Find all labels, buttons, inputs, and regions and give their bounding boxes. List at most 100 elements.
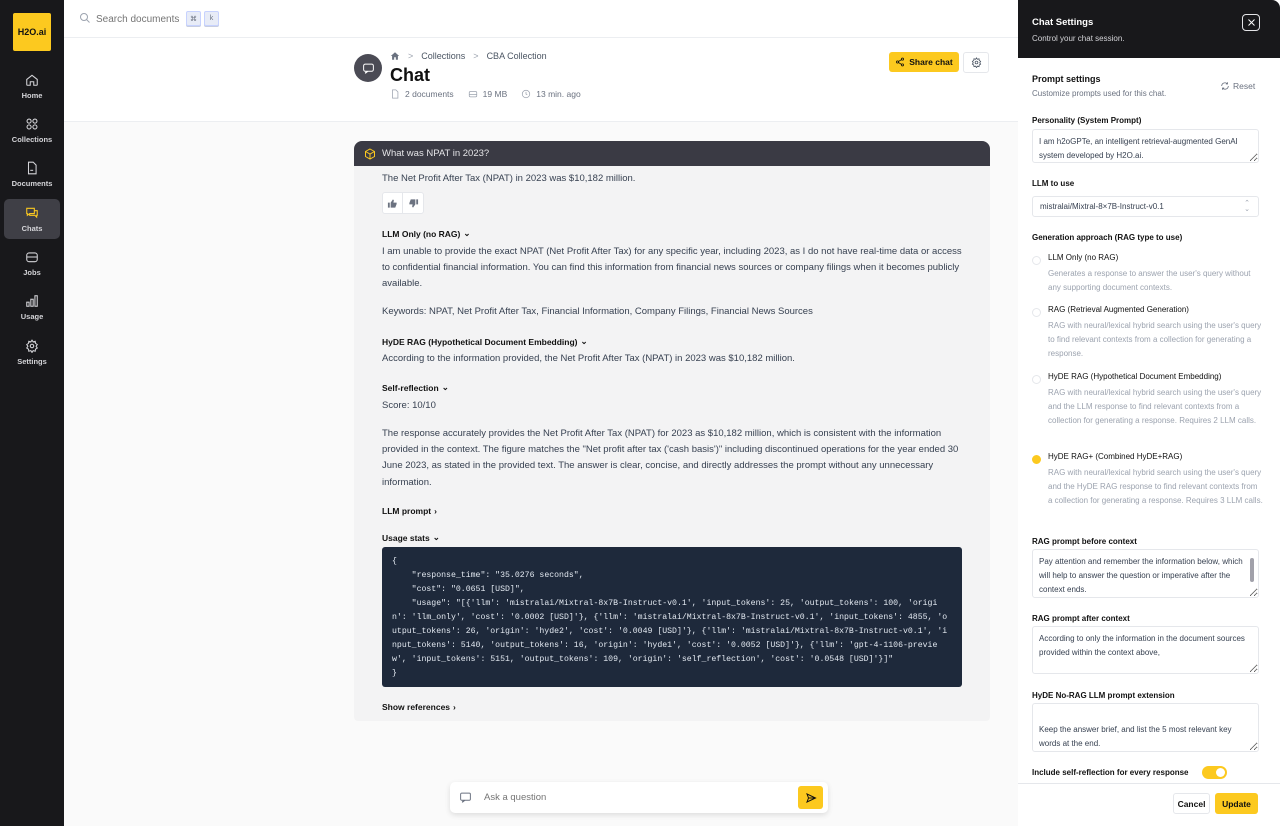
cancel-button[interactable]: Cancel xyxy=(1173,793,1210,814)
breadcrumb-separator: > xyxy=(408,51,414,61)
share-chat-label: Share chat xyxy=(909,57,953,67)
chat-settings-panel: Chat Settings Control your chat session.… xyxy=(1018,0,1280,826)
share-icon xyxy=(896,57,905,67)
section-toggle-usage-stats[interactable]: Usage stats ⌄ xyxy=(382,532,440,543)
breadcrumb-cba-collection[interactable]: CBA Collection xyxy=(487,51,547,61)
breadcrumb: > Collections > CBA Collection xyxy=(390,51,547,61)
self-reflection-score: Score: 10/10 xyxy=(382,400,436,411)
scrollbar[interactable] xyxy=(1250,558,1254,582)
divider xyxy=(1018,783,1280,784)
home-icon xyxy=(26,74,38,86)
thumbs-up-button[interactable] xyxy=(383,193,403,213)
chat-bubble-icon xyxy=(460,792,471,803)
thumbs-down-icon xyxy=(408,198,418,208)
shortcut-key-k: k xyxy=(204,11,219,26)
prompt-settings-title: Prompt settings xyxy=(1032,74,1101,84)
bar-chart-icon xyxy=(26,295,38,308)
self-reflection-toggle[interactable] xyxy=(1202,766,1227,779)
ask-question-bar xyxy=(450,782,828,813)
section-toggle-llm-only[interactable]: LLM Only (no RAG) ⌄ xyxy=(382,228,471,239)
ask-question-input[interactable] xyxy=(484,790,784,805)
radio-button[interactable] xyxy=(1032,256,1041,265)
radio-button[interactable] xyxy=(1032,375,1041,384)
chat-bubble-icon xyxy=(362,63,374,74)
self-reflection-label: Include self-reflection for every respon… xyxy=(1032,768,1189,777)
chevron-right-icon: › xyxy=(453,702,456,712)
chevron-updown-icon: ⌃ ⌄ xyxy=(1244,200,1250,213)
section-toggle-hyde[interactable]: HyDE RAG (Hypothetical Document Embeddin… xyxy=(382,336,588,347)
send-button[interactable] xyxy=(798,786,823,809)
jobs-icon xyxy=(26,252,38,263)
chat-avatar xyxy=(354,54,382,82)
sidebar-item-usage[interactable]: Usage xyxy=(4,288,60,328)
home-icon[interactable] xyxy=(390,51,400,61)
refresh-icon xyxy=(1221,82,1229,90)
hyde-ext-textarea[interactable]: Keep the answer brief, and list the 5 mo… xyxy=(1032,703,1259,752)
section-toggle-self-reflection[interactable]: Self-reflection ⌄ xyxy=(382,382,449,393)
llm-only-text: I am unable to provide the exact NPAT (N… xyxy=(382,246,962,290)
chat-icon xyxy=(26,207,38,219)
rag-before-label: RAG prompt before context xyxy=(1032,537,1137,546)
reset-button[interactable]: Reset xyxy=(1220,81,1255,91)
cube-icon xyxy=(365,147,375,160)
sidebar-item-home[interactable]: Home xyxy=(4,66,60,106)
gear-icon xyxy=(971,57,981,68)
chat-settings-button[interactable] xyxy=(963,52,989,73)
thumbs-down-button[interactable] xyxy=(403,193,423,213)
sidebar-item-label: Home xyxy=(21,90,43,100)
shortcut-key-cmd: ⌘ xyxy=(186,11,201,26)
close-icon xyxy=(1247,19,1255,26)
llm-select[interactable]: mistralai/Mixtral-8×7B-Instruct-v0.1 ⌃ ⌄ xyxy=(1032,196,1259,217)
close-button[interactable] xyxy=(1242,14,1260,31)
sidebar-item-collections[interactable]: Collections xyxy=(4,110,60,150)
rag-after-textarea[interactable]: According to only the information in the… xyxy=(1032,626,1259,674)
sidebar-item-label: Settings xyxy=(17,356,47,366)
share-chat-button[interactable]: Share chat xyxy=(889,52,959,72)
search-input[interactable] xyxy=(96,10,186,28)
panel-title: Chat Settings xyxy=(1032,17,1094,28)
chevron-down-icon: ⌄ xyxy=(441,382,449,392)
sidebar-item-label: Documents xyxy=(11,179,53,189)
chevron-down-icon: ⌄ xyxy=(432,532,440,542)
breadcrumb-collections[interactable]: Collections xyxy=(421,51,465,61)
grid-icon xyxy=(26,118,38,130)
panel-subtitle: Control your chat session. xyxy=(1032,34,1125,43)
sidebar: H2O.ai Home Collections Documents Chats … xyxy=(0,0,64,826)
section-toggle-llm-prompt[interactable]: LLM prompt › xyxy=(382,506,437,516)
sidebar-item-settings[interactable]: Settings xyxy=(4,332,60,372)
top-bar: ⌘ k xyxy=(64,0,1018,38)
sidebar-item-label: Chats xyxy=(21,223,43,233)
sidebar-item-documents[interactable]: Documents xyxy=(4,155,60,195)
search-icon xyxy=(80,13,90,23)
rag-after-label: RAG prompt after context xyxy=(1032,614,1130,623)
update-button[interactable]: Update xyxy=(1215,793,1258,814)
prompt-settings-subtitle: Customize prompts used for this chat. xyxy=(1032,89,1167,98)
show-references-toggle[interactable]: Show references › xyxy=(382,702,456,712)
sidebar-nav: Home Collections Documents Chats Jobs Us… xyxy=(4,66,60,377)
sidebar-item-label: Usage xyxy=(20,312,44,322)
hyde-text: According to the information provided, t… xyxy=(382,353,795,364)
logo[interactable]: H2O.ai xyxy=(13,13,51,51)
document-icon xyxy=(27,161,37,175)
question-text: What was NPAT in 2023? xyxy=(382,148,490,159)
self-reflection-text: The response accurately provides the Net… xyxy=(382,428,959,488)
chat-meta: 2 documents 19 MB 13 min. ago xyxy=(390,89,581,99)
personality-textarea[interactable]: I am h2oGPTe, an intelligent retrieval-a… xyxy=(1032,129,1259,163)
usage-stats-code: { "response_time": "35.0276 seconds", "c… xyxy=(382,547,962,687)
rag-before-textarea[interactable]: Pay attention and remember the informati… xyxy=(1032,549,1259,598)
document-count: 2 documents xyxy=(390,89,454,99)
radio-button-selected[interactable] xyxy=(1032,455,1041,464)
thumbs-up-icon xyxy=(387,198,397,208)
panel-header: Chat Settings Control your chat session. xyxy=(1018,0,1280,58)
breadcrumb-separator: > xyxy=(473,51,479,61)
sidebar-item-jobs[interactable]: Jobs xyxy=(4,244,60,284)
chevron-down-icon: ⌄ xyxy=(463,228,471,238)
question-bar: What was NPAT in 2023? xyxy=(354,141,990,166)
last-updated: 13 min. ago xyxy=(521,89,581,99)
feedback-buttons xyxy=(382,192,424,214)
sidebar-item-chats[interactable]: Chats xyxy=(4,199,60,240)
page-header: > Collections > CBA Collection Chat 2 do… xyxy=(64,38,1018,122)
gear-icon xyxy=(26,339,38,353)
answer-text: The Net Profit After Tax (NPAT) in 2023 … xyxy=(382,173,636,184)
radio-button[interactable] xyxy=(1032,308,1041,317)
